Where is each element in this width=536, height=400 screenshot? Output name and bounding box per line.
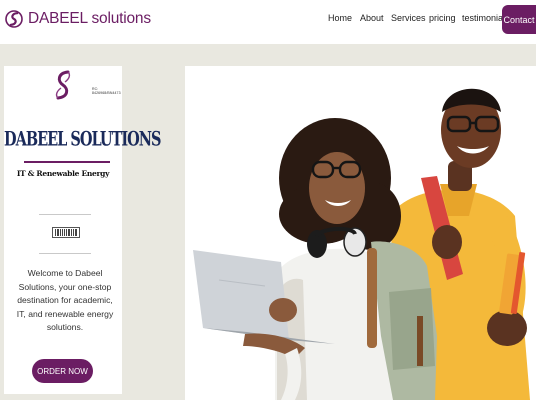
divider-top [39, 214, 91, 215]
s-ribbon-logo-icon [5, 10, 23, 28]
intro-card: RC: 8426968/BN4473 DABEEL SOLUTIONS IT &… [4, 66, 162, 394]
nav-home[interactable]: Home [328, 13, 352, 23]
logo-subtitle: IT & Renewable Energy [16, 169, 110, 178]
brand-name: DABEEL solutions [28, 10, 151, 27]
brand[interactable]: DABEEL solutions [5, 6, 151, 32]
students-with-laptop-photo [185, 66, 536, 400]
top-navbar: DABEEL solutions Home About Services pri… [0, 0, 536, 44]
welcome-text: Welcome to Dabeel Solutions, your one-st… [16, 268, 114, 333]
company-logo: RC: 8426968/BN4473 DABEEL SOLUTIONS IT &… [4, 66, 162, 246]
s-ribbon-emblem-icon [55, 70, 71, 100]
barcode-icon [52, 227, 80, 238]
logo-divider [24, 161, 110, 163]
order-now-button[interactable]: ORDER NOW [32, 359, 93, 383]
nav-about[interactable]: About [360, 13, 384, 23]
registration-number: RC: 8426968/BN4473 [92, 87, 121, 95]
nav-pricing[interactable]: pricing [429, 13, 456, 23]
nav-services[interactable]: Services [391, 13, 426, 23]
divider-bottom [39, 253, 91, 254]
logo-title: DABEEL SOLUTIONS [4, 128, 162, 151]
contact-button[interactable]: Contact [502, 5, 536, 34]
hero-illustration [193, 88, 530, 400]
